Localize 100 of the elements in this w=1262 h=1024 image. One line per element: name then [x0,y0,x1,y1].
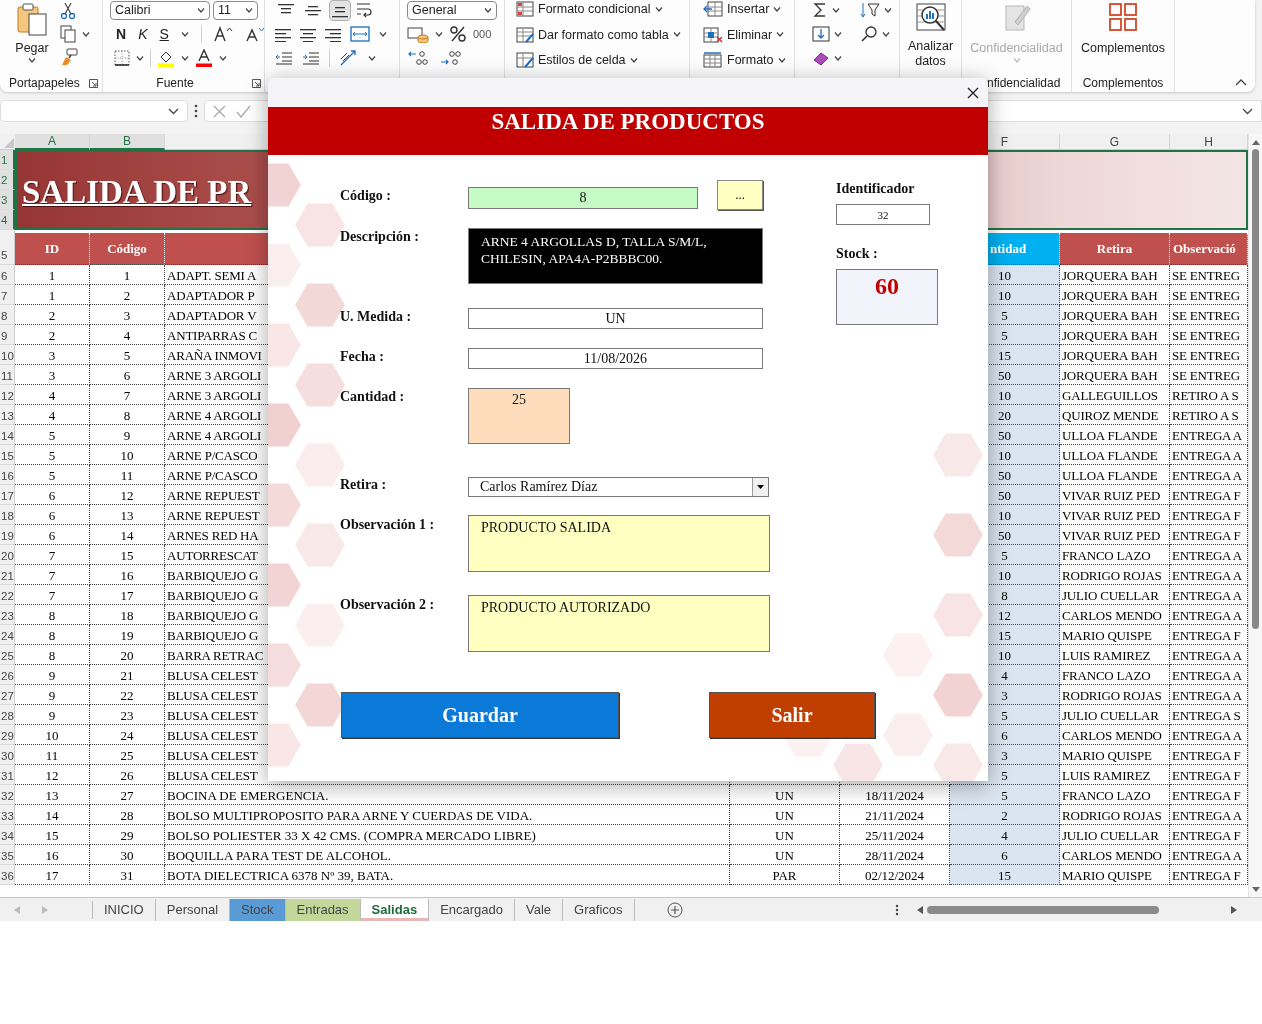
collapse-ribbon-icon[interactable] [1235,79,1247,86]
caret-icon[interactable] [654,6,663,12]
wrap-text-icon[interactable] [356,1,374,19]
font-size-field[interactable]: 11 [213,0,258,20]
increase-decimal-icon[interactable] [407,49,429,67]
caret-icon[interactable] [882,31,890,37]
table-format-icon[interactable] [516,26,534,43]
copy-icon[interactable] [60,25,76,43]
font-name-field[interactable]: Calibri [110,0,210,20]
caret-icon[interactable] [834,31,842,37]
observation-field[interactable]: PRODUCTO SALIDA [468,515,770,572]
caret-icon[interactable] [884,7,892,13]
borders-icon[interactable] [114,50,130,66]
caret-icon[interactable] [168,107,179,115]
close-icon[interactable] [967,86,979,99]
caret-icon[interactable] [484,7,492,13]
format-cells-icon[interactable] [703,52,723,68]
caret-icon[interactable] [832,7,840,13]
decrease-indent-icon[interactable] [275,51,293,65]
dialog-launcher-icon[interactable] [88,78,98,88]
sheet-tab[interactable]: Encargado [429,898,516,921]
row-header[interactable]: 1 [0,150,15,170]
fill-down-icon[interactable] [812,26,830,42]
scroll-up-icon[interactable] [1251,140,1260,145]
caret-icon[interactable] [629,57,638,63]
align-right-icon[interactable] [325,26,341,42]
caret-icon[interactable] [28,58,36,63]
caret-icon[interactable] [773,6,782,12]
vertical-scrollbar[interactable] [1248,134,1262,897]
sheet-tab[interactable]: INICIO [93,898,156,921]
scroll-right-icon[interactable] [1230,905,1237,914]
retira-dropdown[interactable]: Carlos Ramírez Díaz [468,477,769,497]
scroll-left-icon[interactable] [916,905,923,914]
cell-styles-button[interactable]: Estilos de celda [516,52,681,68]
delete-button[interactable]: Eliminar [703,26,786,43]
analyze-data-button[interactable]: Analizar datos [903,2,958,74]
format-as-table-button[interactable]: Dar formato como tabla [516,26,681,43]
lookup-button[interactable]: ... [717,180,763,210]
caret-icon[interactable] [180,31,189,37]
caret-icon[interactable] [435,31,443,37]
dialog-launcher-icon[interactable] [251,78,261,88]
fill-color-icon[interactable] [157,49,175,67]
search-icon[interactable] [860,25,878,43]
conditional-format-icon[interactable] [516,1,534,17]
thousands-separator-button[interactable]: 000 [473,28,492,40]
row-header[interactable]: 3 [0,190,15,210]
format-button[interactable]: Formato [703,52,786,68]
caret-icon[interactable] [834,55,842,61]
increase-font-size-icon[interactable] [213,26,234,42]
description-field[interactable]: ARNE 4 ARGOLLAS D, TALLA S/M/L, CHILESIN, APA4A-P2BBBC00. [468,228,763,284]
analyze-data-icon[interactable] [914,2,947,34]
accounting-format-icon[interactable] [407,25,429,43]
sum-icon[interactable] [812,2,828,18]
unit-field[interactable]: UN [468,308,763,329]
save-button[interactable]: Guardar [341,692,619,738]
add-sheet-icon[interactable] [666,901,683,918]
add-ins-icon[interactable] [1108,2,1138,32]
insert-button[interactable]: Insertar [703,1,786,17]
underline-button[interactable]: S [159,26,169,42]
cut-icon[interactable] [60,2,76,20]
row-header[interactable]: 2 [0,170,15,190]
cell-styles-icon[interactable] [516,52,534,68]
conditional-format-button[interactable]: Formato condicional [516,1,681,17]
eraser-icon[interactable] [812,50,830,66]
caret-icon[interactable] [82,31,90,37]
caret-icon[interactable] [197,7,205,13]
check-icon[interactable] [236,104,251,118]
sheet-tab[interactable]: Graficos [563,898,635,921]
date-field[interactable]: 11/08/2026 [468,348,763,369]
caret-icon[interactable] [136,55,144,61]
caret-icon[interactable] [245,7,253,13]
caret-icon[interactable] [1242,107,1253,115]
insert-cells-icon[interactable] [703,1,723,17]
percent-icon[interactable] [449,25,467,43]
caret-icon[interactable] [757,485,764,489]
caret-icon[interactable] [672,32,681,37]
align-center-icon[interactable] [300,26,316,42]
scroll-down-icon[interactable] [1251,887,1260,892]
observation-field[interactable]: PRODUCTO AUTORIZADO [468,595,770,652]
sheet-tab[interactable]: Entradas [285,898,361,921]
clipboard-icon[interactable] [16,2,48,36]
italic-button[interactable]: K [138,26,148,42]
caret-icon[interactable] [776,32,785,37]
number-format-field[interactable]: General [407,0,497,20]
column-header[interactable]: B [90,134,165,150]
increase-indent-icon[interactable] [302,51,320,65]
text-orientation-icon[interactable] [339,49,359,67]
add-ins-button[interactable]: Complementos [1080,2,1166,74]
sheet-tab[interactable]: Salidas [360,898,430,921]
identifier-field[interactable]: 32 [836,204,930,225]
caret-icon[interactable] [181,55,189,61]
more-options-icon[interactable] [194,104,198,118]
exit-button[interactable]: Salir [709,692,875,738]
caret-icon[interactable] [777,57,786,63]
column-header[interactable]: A [15,134,90,150]
horizontal-scrollbar[interactable] [916,905,1237,914]
paste-button[interactable]: Pegar [12,2,52,74]
sheet-tab[interactable]: Vale [515,898,564,921]
decrease-decimal-icon[interactable] [439,49,461,67]
merge-cells-icon[interactable] [350,26,370,42]
